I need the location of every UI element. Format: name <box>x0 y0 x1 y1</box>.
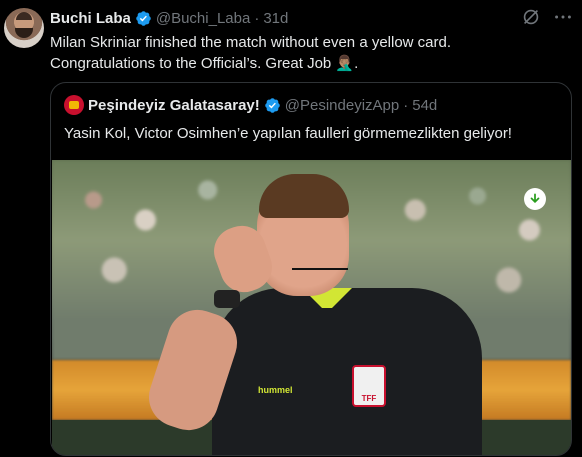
image-referee-shirt <box>212 288 482 455</box>
more-options-icon[interactable] <box>552 6 574 28</box>
image-tff-badge: TFF <box>352 365 386 407</box>
quoted-avatar-logo <box>69 101 79 109</box>
quoted-tweet-time[interactable]: 54d <box>412 97 437 114</box>
quoted-tweet-image[interactable]: TFF hummel <box>52 160 571 455</box>
tweet-header: Buchi Laba @Buchi_Laba · 31d <box>50 8 288 28</box>
quoted-tweet-header: Peşindeyiz Galatasaray! @PesindeyizApp ·… <box>64 95 437 115</box>
avatar-beard <box>15 28 33 38</box>
separator-dot: · <box>254 9 260 27</box>
author-avatar[interactable] <box>4 8 44 48</box>
tweet: Buchi Laba @Buchi_Laba · 31d Milan Skrin… <box>0 0 582 457</box>
author-handle[interactable]: @Buchi_Laba <box>156 10 250 27</box>
image-referee-watch <box>214 290 240 308</box>
tweet-time[interactable]: 31d <box>263 10 288 27</box>
verified-badge-icon <box>136 10 151 26</box>
quoted-author-name[interactable]: Peşindeyiz Galatasaray! <box>88 97 260 114</box>
image-kit-logo: hummel <box>258 385 293 395</box>
tweet-text: Milan Skriniar finished the match withou… <box>50 32 570 74</box>
download-icon[interactable] <box>524 188 546 210</box>
quoted-author-avatar[interactable] <box>64 95 84 115</box>
quoted-tweet-text: Yasin Kol, Victor Osimhen’e yapılan faul… <box>64 125 512 142</box>
quoted-author-handle[interactable]: @PesindeyizApp <box>285 97 399 114</box>
quoted-tweet[interactable]: Peşindeyiz Galatasaray! @PesindeyizApp ·… <box>50 82 572 456</box>
download-arrow-icon <box>530 193 540 203</box>
image-headset-mic <box>292 268 348 270</box>
tweet-text-line2: Congratulations to the Official’s. Great… <box>50 55 359 72</box>
separator-dot: · <box>403 96 409 114</box>
tweet-text-line1: Milan Skriniar finished the match withou… <box>50 34 452 51</box>
grok-icon[interactable] <box>520 6 542 28</box>
verified-badge-icon <box>265 97 280 113</box>
author-name[interactable]: Buchi Laba <box>50 10 131 27</box>
avatar-hair <box>16 12 32 20</box>
